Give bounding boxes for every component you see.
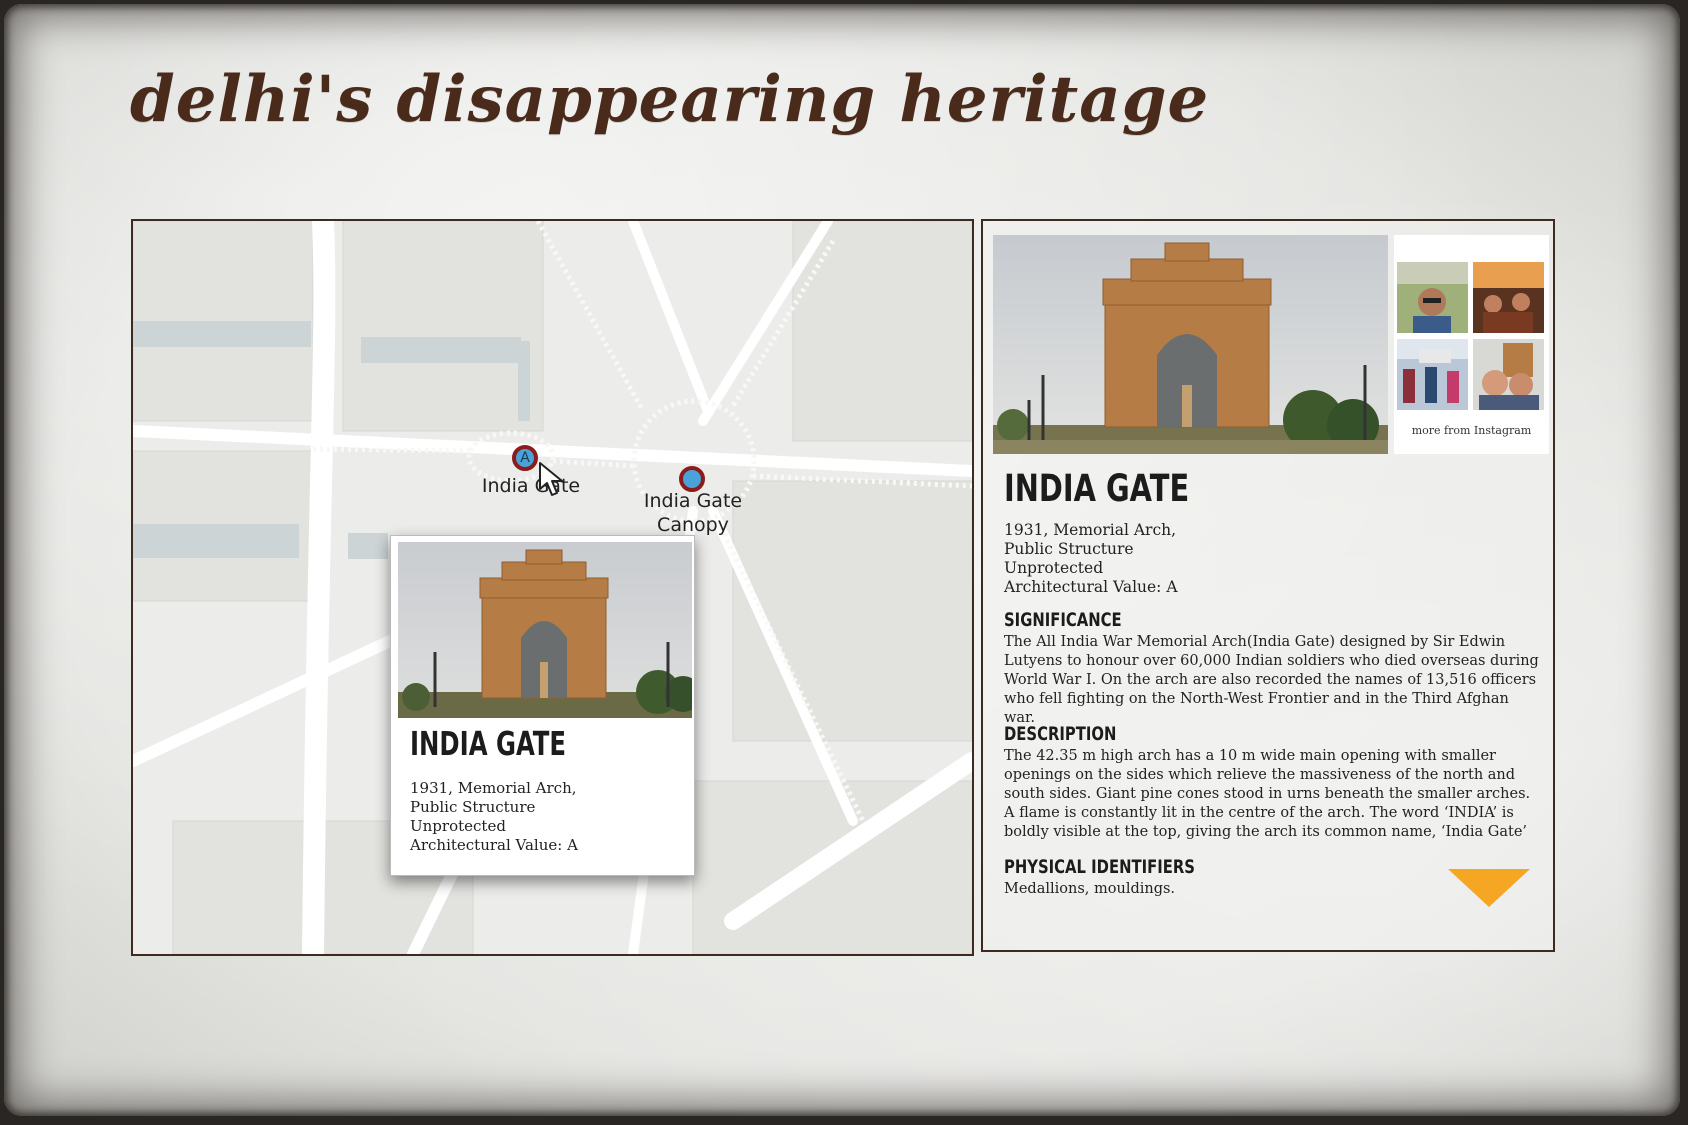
detail-panel: more from Instagram INDIA GATE 1931, Mem… <box>981 219 1555 952</box>
instagram-thumb[interactable] <box>1397 339 1468 410</box>
marker-letter: A <box>520 450 530 466</box>
significance-body: The All India War Memorial Arch(India Ga… <box>1004 634 1539 726</box>
detail-site-name: INDIA GATE <box>1004 467 1190 510</box>
detail-meta-line: Architectural Value: A <box>1004 578 1178 596</box>
description-body: The 42.35 m high arch has a 10 m wide ma… <box>1004 748 1531 840</box>
popup-meta-line: 1931, Memorial Arch, <box>410 779 577 797</box>
hero-photo-india-gate <box>993 235 1388 454</box>
page-title: delhi's disappearing heritage <box>130 62 1210 137</box>
instagram-thumb[interactable] <box>1397 262 1468 333</box>
detail-meta-line: 1931, Memorial Arch, <box>1004 521 1177 539</box>
detail-meta: 1931, Memorial Arch, Public Structure Un… <box>1004 521 1178 597</box>
marker-label-india-gate-canopy: India Gate Canopy <box>623 489 763 537</box>
map-panel[interactable]: A India Gate India Gate Canopy INDIA GAT… <box>131 219 974 956</box>
popup-site-name: INDIA GATE <box>410 724 566 763</box>
instagram-thumb[interactable] <box>1473 339 1544 410</box>
detail-meta-line: Unprotected <box>1004 559 1104 577</box>
down-arrow-icon[interactable] <box>1448 869 1530 907</box>
marker-label-line1: India Gate <box>643 490 743 512</box>
detail-meta-line: Public Structure <box>1004 540 1134 558</box>
popup-meta-line: Architectural Value: A <box>410 836 578 854</box>
popup-photo-india-gate <box>398 542 692 718</box>
popup-meta-line: Public Structure <box>410 798 536 816</box>
description-heading: DESCRIPTION <box>1004 723 1117 745</box>
physical-identifiers-heading: PHYSICAL IDENTIFIERS <box>1004 856 1195 878</box>
popup-meta: 1931, Memorial Arch, Public Structure Un… <box>410 779 578 855</box>
map-marker-india-gate[interactable]: A <box>512 445 538 471</box>
significance-heading: SIGNIFICANCE <box>1004 609 1122 631</box>
popup-meta-line: Unprotected <box>410 817 506 835</box>
marker-label-line2: Canopy <box>657 514 729 536</box>
map-popup-card[interactable]: INDIA GATE 1931, Memorial Arch, Public S… <box>390 535 695 876</box>
instagram-thumb[interactable] <box>1473 262 1544 333</box>
instagram-more-link[interactable]: more from Instagram <box>1394 424 1549 437</box>
cursor-icon <box>539 462 563 496</box>
instagram-gallery[interactable]: more from Instagram <box>1394 235 1549 454</box>
